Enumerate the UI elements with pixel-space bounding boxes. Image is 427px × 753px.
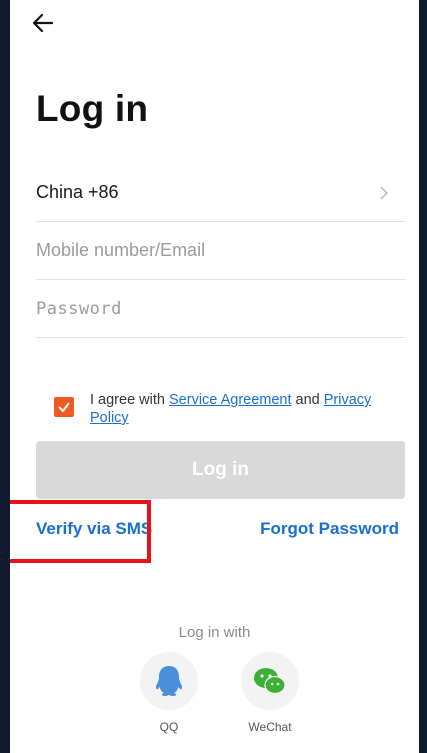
back-button[interactable] [28, 8, 58, 38]
agreement-middle: and [291, 392, 324, 408]
agreement-text: I agree with Service Agreement and Priva… [90, 391, 399, 427]
wechat-icon-circle [241, 652, 299, 710]
chevron-right-icon [380, 186, 388, 199]
login-screen: Log in China +86 I agree with Service Ag… [10, 0, 419, 753]
wechat-login-button[interactable]: WeChat [240, 652, 300, 734]
wechat-label: WeChat [248, 720, 292, 734]
agreement-prefix: I agree with [90, 392, 169, 408]
qq-login-button[interactable]: QQ [139, 652, 199, 734]
qq-icon-circle [140, 652, 198, 710]
wechat-icon [254, 668, 286, 695]
password-input[interactable] [36, 280, 405, 337]
password-row [36, 280, 405, 338]
page-title: Log in [36, 88, 149, 129]
mobile-email-row [36, 222, 405, 280]
highlight-box [10, 500, 151, 563]
qq-icon [155, 666, 183, 696]
login-button[interactable]: Log in [36, 441, 405, 499]
country-selector[interactable]: China +86 [36, 164, 405, 222]
checkmark-icon [58, 402, 70, 413]
service-agreement-link[interactable]: Service Agreement [169, 392, 292, 408]
country-code-value: China +86 [36, 182, 119, 202]
qq-label: QQ [159, 720, 179, 734]
agreement-row: I agree with Service Agreement and Priva… [54, 391, 399, 427]
forgot-password-link[interactable]: Forgot Password [260, 519, 399, 539]
arrow-left-icon [32, 13, 54, 33]
login-with-heading: Log in with [178, 624, 251, 641]
agree-checkbox[interactable] [54, 397, 74, 417]
mobile-email-input[interactable] [36, 222, 405, 279]
